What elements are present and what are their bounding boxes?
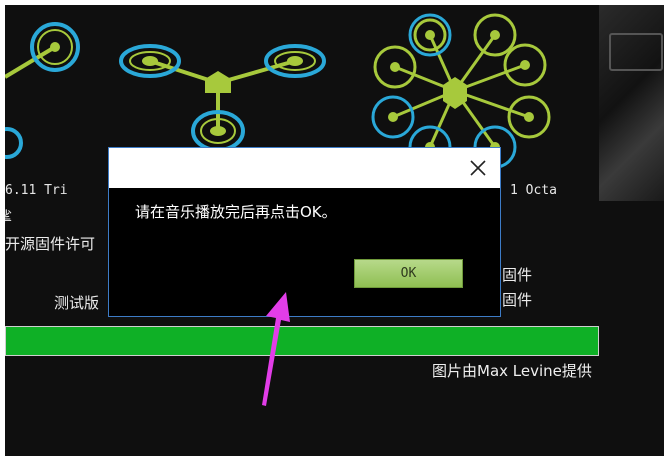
tri-frame-image[interactable] [5,22,80,159]
progress-bar [5,326,599,356]
dialog-message: 请在音乐播放完后再点击OK。 [135,203,337,221]
frame-label-tri: 6.11 Tri [5,183,68,198]
firmware-option-2[interactable]: 固件 [502,289,532,310]
left-text-line1: 挲 [5,206,12,227]
beta-label: 测试版 [54,294,100,312]
firmware-option-1[interactable]: 固件 [502,264,532,285]
dialog-titlebar [109,148,500,188]
image-credit: 图片由Max Levine提供 [432,362,592,380]
device-photo [599,5,664,201]
ok-button[interactable]: OK [354,259,463,288]
license-link[interactable]: 开源固件许可 [5,233,95,254]
y-frame-image[interactable] [119,44,326,152]
frame-label-octa: 1 Octa [510,183,557,198]
message-dialog: 请在音乐播放完后再点击OK。 OK [108,147,501,317]
close-icon [470,160,486,176]
octa-frame-image[interactable] [371,13,551,169]
progress-fill [6,327,598,355]
close-button[interactable] [466,156,490,180]
